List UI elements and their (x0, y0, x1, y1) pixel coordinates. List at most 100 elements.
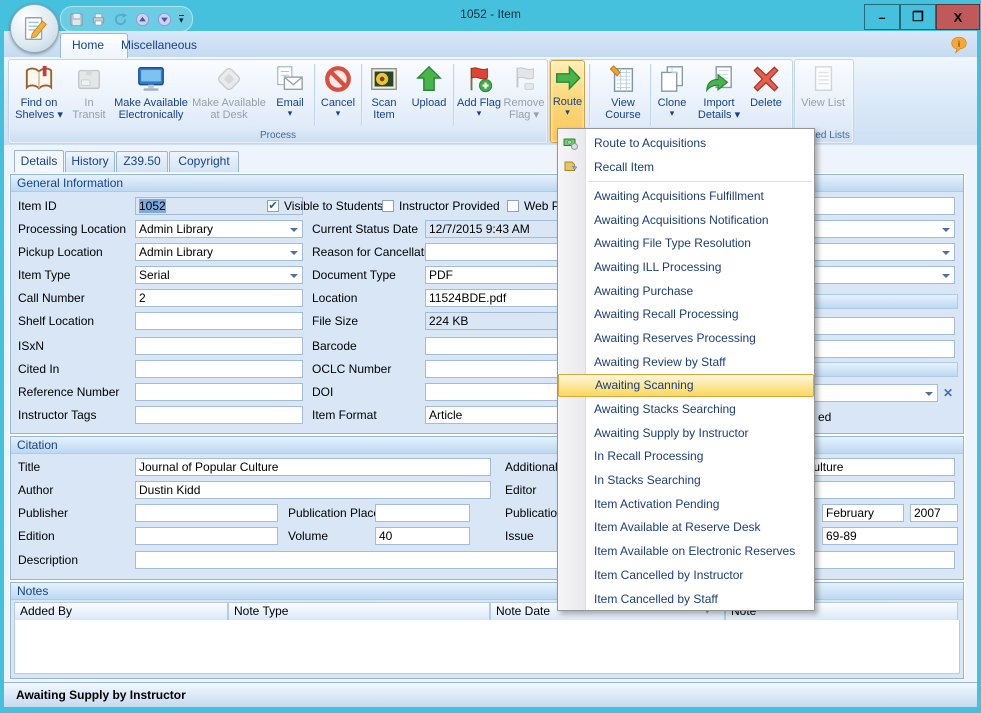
button-label: Remove (504, 97, 545, 109)
chevron-down-icon[interactable] (942, 228, 950, 232)
scan-item-button[interactable]: ScanItem (364, 62, 404, 138)
menu-item-route-to-acquisitions[interactable]: Route to Acquisitions (558, 131, 814, 155)
field-label: Barcode (312, 337, 357, 355)
instructor-tags-field[interactable] (135, 406, 303, 424)
field-label: Processing Location (18, 220, 126, 238)
next-icon[interactable] (157, 12, 172, 27)
menu-item-item-activation-pending[interactable]: Item Activation Pending (558, 492, 814, 516)
cancel-button[interactable]: Cancel▾ (317, 62, 359, 138)
toolbar-options-icon[interactable]: ▾ (179, 15, 184, 24)
menu-item-awaiting-recall-processing[interactable]: Awaiting Recall Processing (558, 302, 814, 326)
chevron-down-icon[interactable] (290, 251, 298, 255)
menu-item-item-cancelled-by-instructor[interactable]: Item Cancelled by Instructor (558, 563, 814, 587)
pickup-location-field[interactable]: Admin Library (135, 243, 303, 261)
menu-item-awaiting-stacks-searching[interactable]: Awaiting Stacks Searching (558, 397, 814, 421)
ribbon-tab-miscellaneous[interactable]: Miscellaneous (110, 33, 224, 57)
minimize-button[interactable]: – (864, 4, 900, 30)
menu-item-in-recall-processing[interactable]: In Recall Processing (558, 445, 814, 469)
notes-column-added-by[interactable]: Added By (14, 602, 228, 621)
description-field[interactable] (135, 551, 955, 569)
volume-field[interactable]: 40 (375, 527, 470, 545)
visible-to-students-checkbox[interactable]: ✔Visible to Students (267, 199, 383, 213)
field-value: 12/7/2015 9:43 AM (429, 222, 530, 236)
instructor-provided-checkbox[interactable]: Instructor Provided (382, 199, 500, 213)
tab-copyright[interactable]: Copyright (169, 151, 239, 172)
button-label: Electronically (119, 109, 184, 121)
menu-item-awaiting-scanning[interactable]: Awaiting Scanning (558, 374, 814, 398)
edition-field[interactable] (135, 527, 278, 545)
upload-button[interactable]: Upload (406, 62, 452, 138)
previous-icon[interactable] (135, 12, 150, 27)
refresh-icon[interactable] (113, 12, 128, 27)
help-icon[interactable]: i (950, 36, 968, 54)
delete-button[interactable]: Delete (745, 62, 787, 138)
shelf-location-field[interactable] (135, 312, 303, 330)
menu-item-label: Awaiting Acquisitions Notification (594, 213, 769, 227)
checkbox-label: Instructor Provided (399, 199, 500, 213)
field-label: Current Status Date (312, 220, 418, 238)
chevron-down-icon[interactable] (290, 274, 298, 278)
clone-button[interactable]: Clone▾ (652, 62, 692, 138)
title-field[interactable]: Journal of Popular Culture (135, 458, 491, 476)
menu-item-item-cancelled-by-staff[interactable]: Item Cancelled by Staff (558, 587, 814, 611)
import-icon (704, 64, 734, 94)
maximize-button[interactable]: ❒ (900, 4, 936, 30)
add-flag-button[interactable]: Add Flag▾ (456, 62, 502, 138)
item-type-field[interactable]: Serial (135, 266, 303, 284)
tab-details[interactable]: Details (14, 150, 64, 172)
notes-column-note-type[interactable]: Note Type (228, 602, 490, 621)
reference-number-field[interactable] (135, 383, 303, 401)
button-label: View (611, 97, 635, 109)
checkbox-box[interactable] (507, 200, 519, 212)
processing-location-field[interactable]: Admin Library (135, 220, 303, 238)
menu-item-recall-item[interactable]: Recall Item (558, 155, 814, 179)
menu-item-awaiting-acquisitions-notification[interactable]: Awaiting Acquisitions Notification (558, 208, 814, 232)
email-button[interactable]: Email▾ (268, 62, 312, 138)
make-available-electronically-button[interactable]: Make AvailableElectronically (112, 62, 190, 138)
save-icon[interactable] (69, 12, 84, 27)
publication-year-field[interactable]: 2007 (910, 504, 958, 522)
call-number-field[interactable]: 2 (135, 289, 303, 307)
chevron-down-icon[interactable] (925, 392, 933, 396)
menu-item-awaiting-supply-by-instructor[interactable]: Awaiting Supply by Instructor (558, 421, 814, 445)
clear-filter-icon[interactable]: ✕ (943, 384, 953, 402)
publication-month-field[interactable]: February (822, 504, 904, 522)
checkbox-box[interactable] (382, 200, 394, 212)
button-label: Course (605, 109, 640, 121)
view-course-button[interactable]: ViewCourse (594, 62, 652, 138)
field-label: Instructor Tags (18, 406, 96, 424)
tab-history[interactable]: History (65, 151, 115, 172)
menu-item-awaiting-purchase[interactable]: Awaiting Purchase (558, 279, 814, 303)
menu-item-in-stacks-searching[interactable]: In Stacks Searching (558, 468, 814, 492)
menu-item-item-available-on-electronic-reserves[interactable]: Item Available on Electronic Reserves (558, 539, 814, 563)
notes-table-body[interactable] (14, 620, 960, 674)
menu-item-label: Awaiting Purchase (594, 284, 693, 298)
publisher-field[interactable] (135, 504, 278, 522)
find-on-shelves-button[interactable]: Find onShelves ▾ (12, 62, 66, 138)
issue-pages-field[interactable]: 69-89 (822, 527, 958, 545)
chevron-down-icon[interactable] (942, 274, 950, 278)
chevron-down-icon[interactable] (942, 251, 950, 255)
tab-z3950[interactable]: Z39.50 (116, 151, 168, 172)
make-available-at-desk-button: Make Availableat Desk (192, 62, 266, 138)
field-label: Item Format (312, 406, 377, 424)
menu-item-awaiting-review-by-staff[interactable]: Awaiting Review by Staff (558, 350, 814, 374)
remove-flag-button: RemoveFlag ▾ (503, 62, 545, 138)
app-icon[interactable] (10, 4, 59, 53)
field-label: Reason for Cancellation (312, 243, 440, 261)
checkbox-box[interactable]: ✔ (267, 200, 279, 212)
chevron-down-icon[interactable] (290, 228, 298, 232)
publication-place-field[interactable] (375, 504, 470, 522)
menu-item-awaiting-file-type-resolution[interactable]: Awaiting File Type Resolution (558, 231, 814, 255)
author-field[interactable]: Dustin Kidd (135, 481, 491, 499)
field-label: Cited In (18, 360, 59, 378)
menu-item-awaiting-reserves-processing[interactable]: Awaiting Reserves Processing (558, 326, 814, 350)
import-details-button[interactable]: ImportDetails ▾ (694, 62, 744, 138)
menu-item-awaiting-ill-processing[interactable]: Awaiting ILL Processing (558, 255, 814, 279)
isxn-field[interactable] (135, 337, 303, 355)
cited-in-field[interactable] (135, 360, 303, 378)
close-button[interactable]: X (936, 4, 980, 30)
print-icon[interactable] (91, 12, 106, 27)
menu-item-item-available-at-reserve-desk[interactable]: Item Available at Reserve Desk (558, 516, 814, 540)
menu-item-awaiting-acquisitions-fulfillment[interactable]: Awaiting Acquisitions Fulfillment (558, 184, 814, 208)
